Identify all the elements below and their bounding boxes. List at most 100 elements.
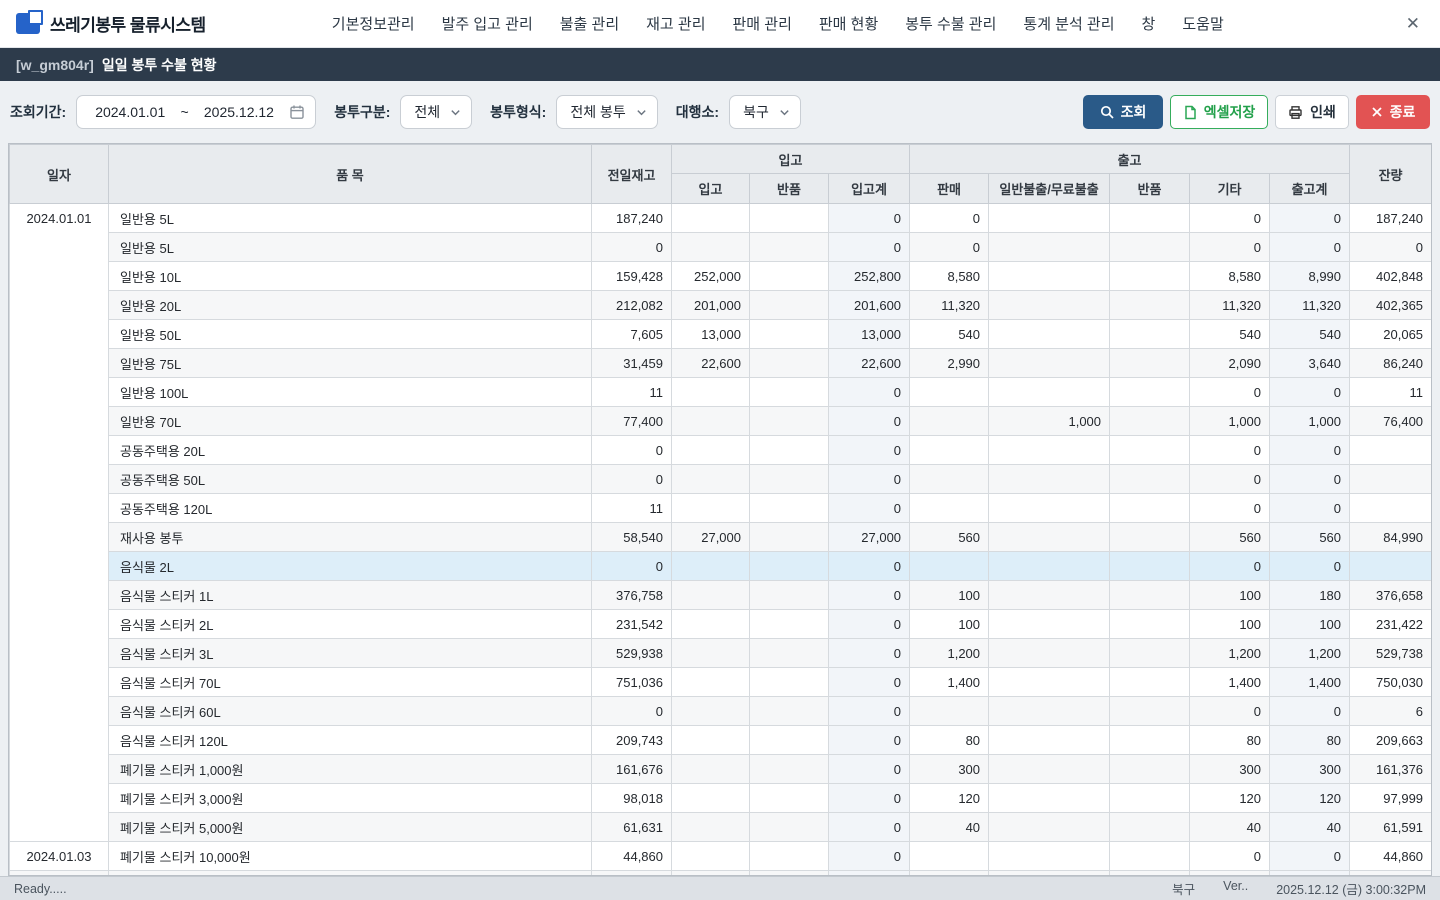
table-row[interactable]: 음식물 2L0000 bbox=[10, 552, 1432, 581]
excel-save-button[interactable]: 엑셀저장 bbox=[1170, 95, 1268, 129]
cell-prev[interactable]: 11 bbox=[592, 378, 672, 407]
cell-in-ret[interactable] bbox=[750, 291, 829, 320]
cell-prev[interactable]: 77,400 bbox=[592, 407, 672, 436]
cell-in-tot[interactable]: 0 bbox=[829, 697, 910, 726]
cell-issue[interactable] bbox=[989, 639, 1110, 668]
cell-remain[interactable]: 376,658 bbox=[1350, 581, 1432, 610]
cell-issue[interactable] bbox=[989, 813, 1110, 842]
cell-etc[interactable]: 0 bbox=[1190, 697, 1270, 726]
cell-issue[interactable] bbox=[989, 552, 1110, 581]
cell-in-ret[interactable] bbox=[750, 842, 829, 871]
cell-out-tot[interactable]: 540 bbox=[1270, 320, 1350, 349]
cell-in-ret[interactable] bbox=[750, 407, 829, 436]
table-row[interactable]: 일반용 20L212,082201,000201,60011,32011,320… bbox=[10, 291, 1432, 320]
cell-in-tot[interactable]: 0 bbox=[829, 407, 910, 436]
cell-out-ret[interactable] bbox=[1110, 639, 1190, 668]
cell-sale[interactable]: 100 bbox=[910, 581, 989, 610]
cell-prev[interactable]: 212,082 bbox=[592, 291, 672, 320]
cell-out-ret[interactable] bbox=[1110, 407, 1190, 436]
cell-in-tot[interactable]: 27,000 bbox=[829, 523, 910, 552]
cell-in[interactable] bbox=[672, 204, 750, 233]
table-row[interactable]: 음식물 스티커 60L00006 bbox=[10, 697, 1432, 726]
menu-item-2[interactable]: 발주 입고 관리 bbox=[442, 13, 533, 34]
cell-in-tot[interactable]: 0 bbox=[829, 233, 910, 262]
table-row[interactable]: 폐기물 스티커 5,000원61,631040404061,591 bbox=[10, 813, 1432, 842]
cell-prev[interactable]: 751,036 bbox=[592, 668, 672, 697]
cell-issue[interactable] bbox=[989, 726, 1110, 755]
cell-in[interactable] bbox=[672, 581, 750, 610]
cell-in-tot[interactable]: 0 bbox=[829, 813, 910, 842]
cell-remain[interactable]: 6 bbox=[1350, 697, 1432, 726]
menu-item-8[interactable]: 통계 분석 관리 bbox=[1023, 13, 1114, 34]
cell-sale[interactable]: 11,320 bbox=[910, 291, 989, 320]
table-row[interactable]: 일반용 10L159,428252,000252,8008,5808,5808,… bbox=[10, 262, 1432, 291]
cell-in-tot[interactable]: 0 bbox=[829, 436, 910, 465]
cell-out-tot[interactable]: 120 bbox=[1270, 784, 1350, 813]
cell-sale[interactable]: 300 bbox=[910, 755, 989, 784]
cell-out-tot[interactable]: 0 bbox=[1270, 697, 1350, 726]
cell-in[interactable] bbox=[672, 639, 750, 668]
cell-in-ret[interactable] bbox=[750, 581, 829, 610]
cell-out-ret[interactable] bbox=[1110, 494, 1190, 523]
cell-in[interactable] bbox=[672, 378, 750, 407]
cell-out-ret[interactable] bbox=[1110, 349, 1190, 378]
cell-in-ret[interactable] bbox=[750, 784, 829, 813]
cell-remain[interactable]: 750,030 bbox=[1350, 668, 1432, 697]
cell-remain[interactable] bbox=[1350, 465, 1432, 494]
cell-prev[interactable]: 0 bbox=[592, 436, 672, 465]
cell-in-ret[interactable] bbox=[750, 494, 829, 523]
cell-item[interactable]: 일반용 50L bbox=[109, 320, 592, 349]
menu-item-6[interactable]: 판매 현황 bbox=[819, 13, 878, 34]
cell-remain[interactable]: 402,365 bbox=[1350, 291, 1432, 320]
cell-out-tot[interactable]: 0 bbox=[1270, 552, 1350, 581]
table-row[interactable]: 2024.01.01일반용 5L187,2400000187,240 bbox=[10, 204, 1432, 233]
table-row[interactable]: 폐기물 스티커 3,000원98,018012012012097,999 bbox=[10, 784, 1432, 813]
cell-out-ret[interactable] bbox=[1110, 726, 1190, 755]
cell-sale[interactable]: 120 bbox=[910, 784, 989, 813]
cell-out-ret[interactable] bbox=[1110, 465, 1190, 494]
cell-etc[interactable]: 0 bbox=[1190, 494, 1270, 523]
cell-item[interactable]: 재사용 봉투 bbox=[109, 523, 592, 552]
cell-prev[interactable]: 159,428 bbox=[592, 262, 672, 291]
cell-remain[interactable]: 161,376 bbox=[1350, 755, 1432, 784]
cell-remain[interactable]: 44,860 bbox=[1350, 842, 1432, 871]
cell-remain[interactable]: 20,065 bbox=[1350, 320, 1432, 349]
menu-item-3[interactable]: 불출 관리 bbox=[560, 13, 619, 34]
cell-etc[interactable]: 100 bbox=[1190, 610, 1270, 639]
cell-item[interactable]: 일반용 20L bbox=[109, 291, 592, 320]
cell-item[interactable]: 폐기물 스티커 3,000원 bbox=[109, 784, 592, 813]
cell-out-tot[interactable]: 100 bbox=[1270, 610, 1350, 639]
cell-in[interactable] bbox=[672, 610, 750, 639]
cell-in[interactable]: 13,000 bbox=[672, 320, 750, 349]
cell-out-tot[interactable]: 0 bbox=[1270, 494, 1350, 523]
cell-item[interactable]: 음식물 스티커 60L bbox=[109, 697, 592, 726]
cell-issue[interactable] bbox=[989, 465, 1110, 494]
cell-out-ret[interactable] bbox=[1110, 697, 1190, 726]
table-row[interactable]: 공동주택용 120L11000 bbox=[10, 494, 1432, 523]
cell-issue[interactable] bbox=[989, 349, 1110, 378]
cell-in-ret[interactable] bbox=[750, 233, 829, 262]
cell-etc[interactable]: 8,580 bbox=[1190, 262, 1270, 291]
cell-out-ret[interactable] bbox=[1110, 378, 1190, 407]
cell-out-tot[interactable]: 40 bbox=[1270, 813, 1350, 842]
cell-out-ret[interactable] bbox=[1110, 320, 1190, 349]
cell-in[interactable]: 201,000 bbox=[672, 291, 750, 320]
cell-prev[interactable]: 161,676 bbox=[592, 755, 672, 784]
cell-etc[interactable]: 540 bbox=[1190, 320, 1270, 349]
agency-select[interactable]: 북구 bbox=[729, 95, 801, 129]
cell-issue[interactable] bbox=[989, 523, 1110, 552]
cell-in-tot[interactable]: 22,600 bbox=[829, 349, 910, 378]
cell-in-tot[interactable]: 0 bbox=[829, 204, 910, 233]
cell-issue[interactable] bbox=[989, 581, 1110, 610]
menu-item-10[interactable]: 도움말 bbox=[1182, 13, 1223, 34]
cell-remain[interactable]: 187,240 bbox=[1350, 204, 1432, 233]
menu-item-7[interactable]: 봉투 수불 관리 bbox=[905, 13, 996, 34]
cell-item[interactable]: 일반용 75L bbox=[109, 349, 592, 378]
cell-in-ret[interactable] bbox=[750, 755, 829, 784]
cell-date[interactable]: 2024.01.01 bbox=[10, 204, 109, 842]
cell-sale[interactable]: 1,400 bbox=[910, 668, 989, 697]
table-row[interactable]: 음식물 스티커 1L376,7580100100180376,658 bbox=[10, 581, 1432, 610]
cell-item[interactable]: 일반용 70L bbox=[109, 407, 592, 436]
cell-item[interactable]: 음식물 스티커 3L bbox=[109, 639, 592, 668]
cell-sale[interactable]: 0 bbox=[910, 204, 989, 233]
